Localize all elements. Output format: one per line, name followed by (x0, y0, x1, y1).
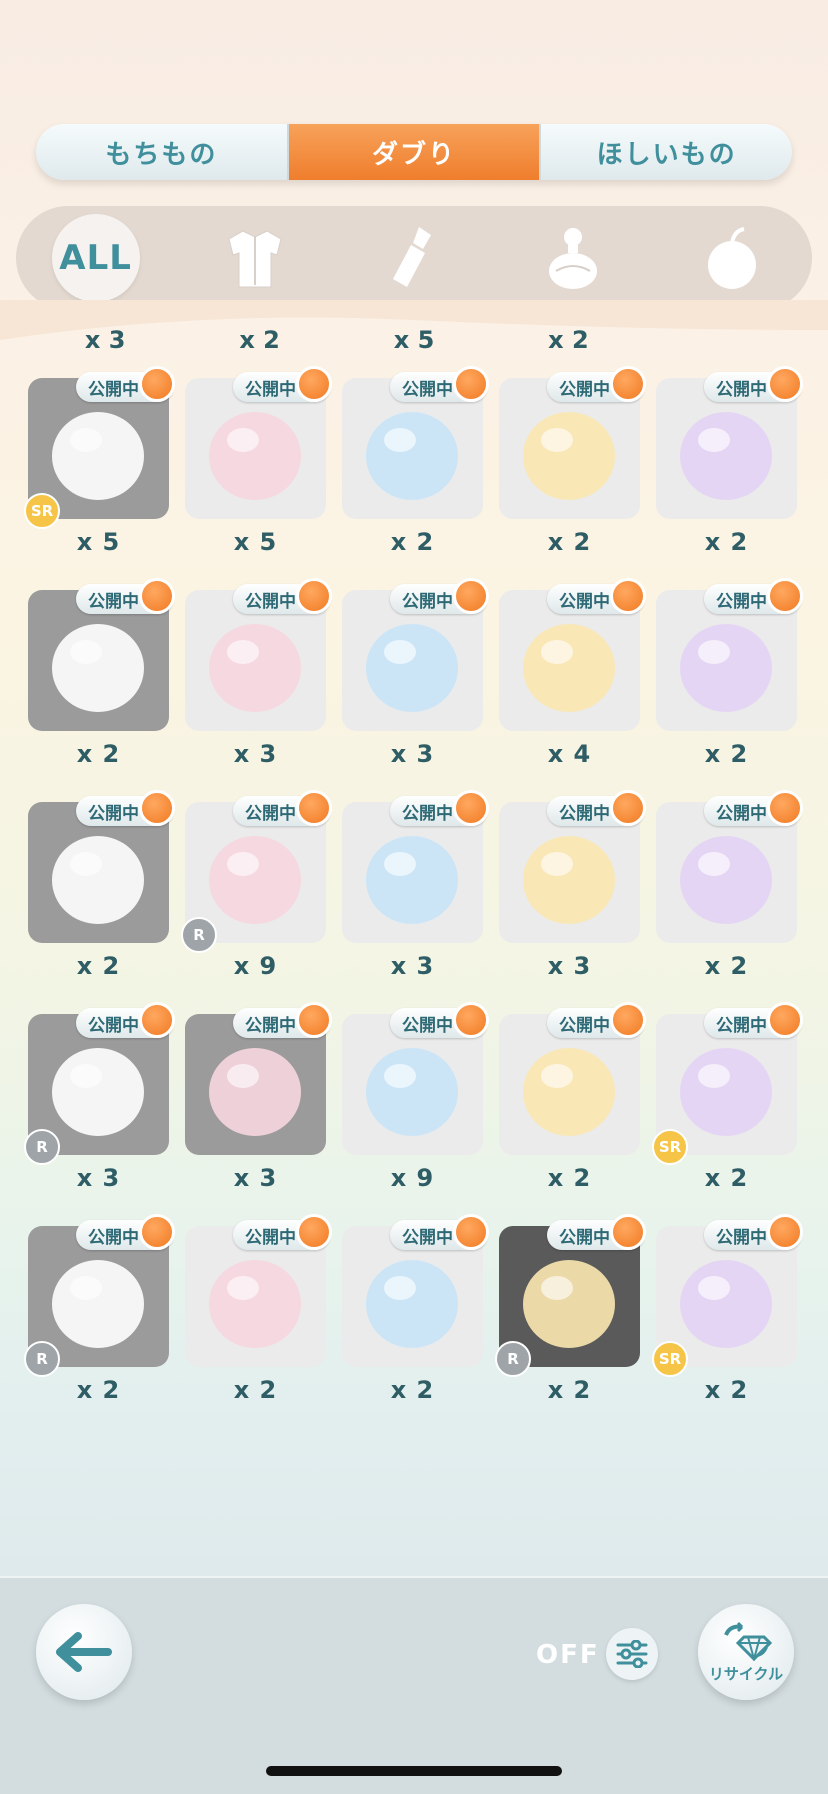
new-indicator-dot (139, 1214, 175, 1250)
item-cell[interactable]: 公開中 x 3 (185, 542, 332, 768)
tab-mochimono[interactable]: もちもの (36, 124, 287, 180)
item-cell[interactable]: 公開中 x 3 (342, 542, 489, 768)
recycle-label: リサイクル (708, 1664, 784, 1683)
item-count: x 2 (76, 1376, 121, 1404)
rarity-badge: SR (652, 1341, 688, 1377)
item-cell[interactable]: 公開中 SR x 5 (24, 330, 175, 556)
item-cell[interactable]: 公開中 x 2 (342, 1178, 489, 1404)
item-cell[interactable]: 公開中 x 2 (656, 330, 803, 556)
new-indicator-dot (610, 578, 646, 614)
back-button[interactable] (36, 1604, 132, 1700)
new-indicator-dot (453, 790, 489, 826)
bottom-bar: OFF リサイクル (0, 1576, 828, 1794)
category-all[interactable]: ALL (51, 214, 140, 302)
rarity-badge: SR (24, 493, 60, 529)
item-count: x 2 (547, 1376, 592, 1404)
item-cell[interactable]: 公開中 x 3 (185, 966, 332, 1192)
recycle-button[interactable]: リサイクル (698, 1604, 794, 1700)
item-cell[interactable]: 公開中 x 2 (28, 754, 175, 980)
category-bar: ALL (16, 206, 812, 310)
rarity-badge: SR (652, 1129, 688, 1165)
item-count: x 2 (390, 1376, 435, 1404)
item-cell[interactable]: 公開中 Rx 3 (24, 966, 175, 1192)
rarity-badge: R (181, 917, 217, 953)
new-indicator-dot (610, 1002, 646, 1038)
item-cell[interactable]: 公開中 x 3 (499, 754, 646, 980)
new-indicator-dot (139, 578, 175, 614)
item-cell[interactable]: 公開中 x 2 (342, 330, 489, 556)
grid-row: 公開中 x 2 公開中 x 3 公開中 x 3 公開中 x 4 公開中 x 2 (28, 542, 803, 768)
perfume-icon (549, 228, 598, 289)
new-indicator-dot (610, 790, 646, 826)
grid-row: 公開中 Rx 3 公開中 x 3 公開中 x 9 公開中 x 2 公開中 SR x 2 (24, 966, 803, 1192)
item-cell[interactable]: 公開中 x 2 (499, 966, 646, 1192)
new-indicator-dot (296, 790, 332, 826)
new-indicator-dot (296, 1214, 332, 1250)
item-cell[interactable]: 公開中 x 2 (28, 542, 175, 768)
grid-row: 公開中 Rx 2 公開中 x 2 公開中 x 2 公開中 Rx 2 公開中 SR x 2 (24, 1178, 803, 1404)
category-clothing[interactable] (211, 214, 299, 302)
new-indicator-dot (453, 1214, 489, 1250)
recycle-gem-icon (724, 1621, 772, 1661)
rarity-badge: R (24, 1341, 60, 1377)
new-indicator-dot (453, 1002, 489, 1038)
new-indicator-dot (610, 366, 646, 402)
category-food[interactable] (688, 214, 776, 302)
filter-button[interactable] (606, 1628, 658, 1680)
new-indicator-dot (767, 1002, 803, 1038)
new-indicator-dot (139, 366, 175, 402)
tab-duplicates[interactable]: ダブり (286, 124, 540, 180)
new-indicator-dot (296, 578, 332, 614)
tab-wishlist[interactable]: ほしいもの (539, 124, 792, 180)
grid-row: 公開中 x 2 公開中 Rx 9 公開中 x 3 公開中 x 3 公開中 x 2 (28, 754, 803, 980)
category-makeup[interactable] (370, 214, 458, 302)
new-indicator-dot (296, 1002, 332, 1038)
new-indicator-dot (453, 366, 489, 402)
new-indicator-dot (139, 790, 175, 826)
item-cell[interactable]: 公開中 x 4 (499, 542, 646, 768)
item-cell[interactable]: 公開中 x 2 (656, 754, 803, 980)
item-cell[interactable]: 公開中 Rx 2 (24, 1178, 175, 1404)
new-indicator-dot (139, 1002, 175, 1038)
item-count: x 2 (233, 1376, 278, 1404)
item-cell[interactable]: 公開中 x 3 (342, 754, 489, 980)
filter-status: OFF (536, 1640, 600, 1670)
sliders-icon (616, 1640, 648, 1668)
item-grid: 公開中 SR x 5 公開中 x 5 公開中 x 2 公開中 x 2 公開中 x 2 公開中 x 2 公開… (24, 330, 803, 1404)
item-cell[interactable]: 公開中 x 2 (185, 1178, 332, 1404)
arrow-left-icon (56, 1632, 112, 1672)
item-cell[interactable]: 公開中 x 5 (185, 330, 332, 556)
item-cell[interactable]: 公開中 x 2 (499, 330, 646, 556)
item-cell[interactable]: 公開中 Rx 2 (495, 1178, 646, 1404)
rarity-badge: R (24, 1129, 60, 1165)
item-count: x 2 (704, 1376, 749, 1404)
category-perfume[interactable] (529, 214, 617, 302)
rarity-badge: R (495, 1341, 531, 1377)
new-indicator-dot (610, 1214, 646, 1250)
lipstick-icon (392, 227, 431, 287)
item-cell[interactable]: 公開中 x 2 (656, 542, 803, 768)
category-all-label: ALL (59, 238, 132, 278)
fruit-icon (708, 227, 757, 289)
grid-row: 公開中 SR x 5 公開中 x 5 公開中 x 2 公開中 x 2 公開中 x 2 (24, 330, 803, 556)
new-indicator-dot (453, 578, 489, 614)
new-indicator-dot (296, 366, 332, 402)
new-indicator-dot (767, 366, 803, 402)
item-cell[interactable]: 公開中 SR x 2 (652, 966, 803, 1192)
item-cell[interactable]: 公開中 SR x 2 (652, 1178, 803, 1404)
clothing-icon (228, 230, 282, 288)
tab-bar: もちもの ダブり ほしいもの (36, 124, 792, 180)
new-indicator-dot (767, 578, 803, 614)
item-cell[interactable]: 公開中 x 9 (342, 966, 489, 1192)
new-indicator-dot (767, 790, 803, 826)
home-indicator[interactable] (266, 1766, 562, 1776)
item-cell[interactable]: 公開中 Rx 9 (181, 754, 332, 980)
new-indicator-dot (767, 1214, 803, 1250)
